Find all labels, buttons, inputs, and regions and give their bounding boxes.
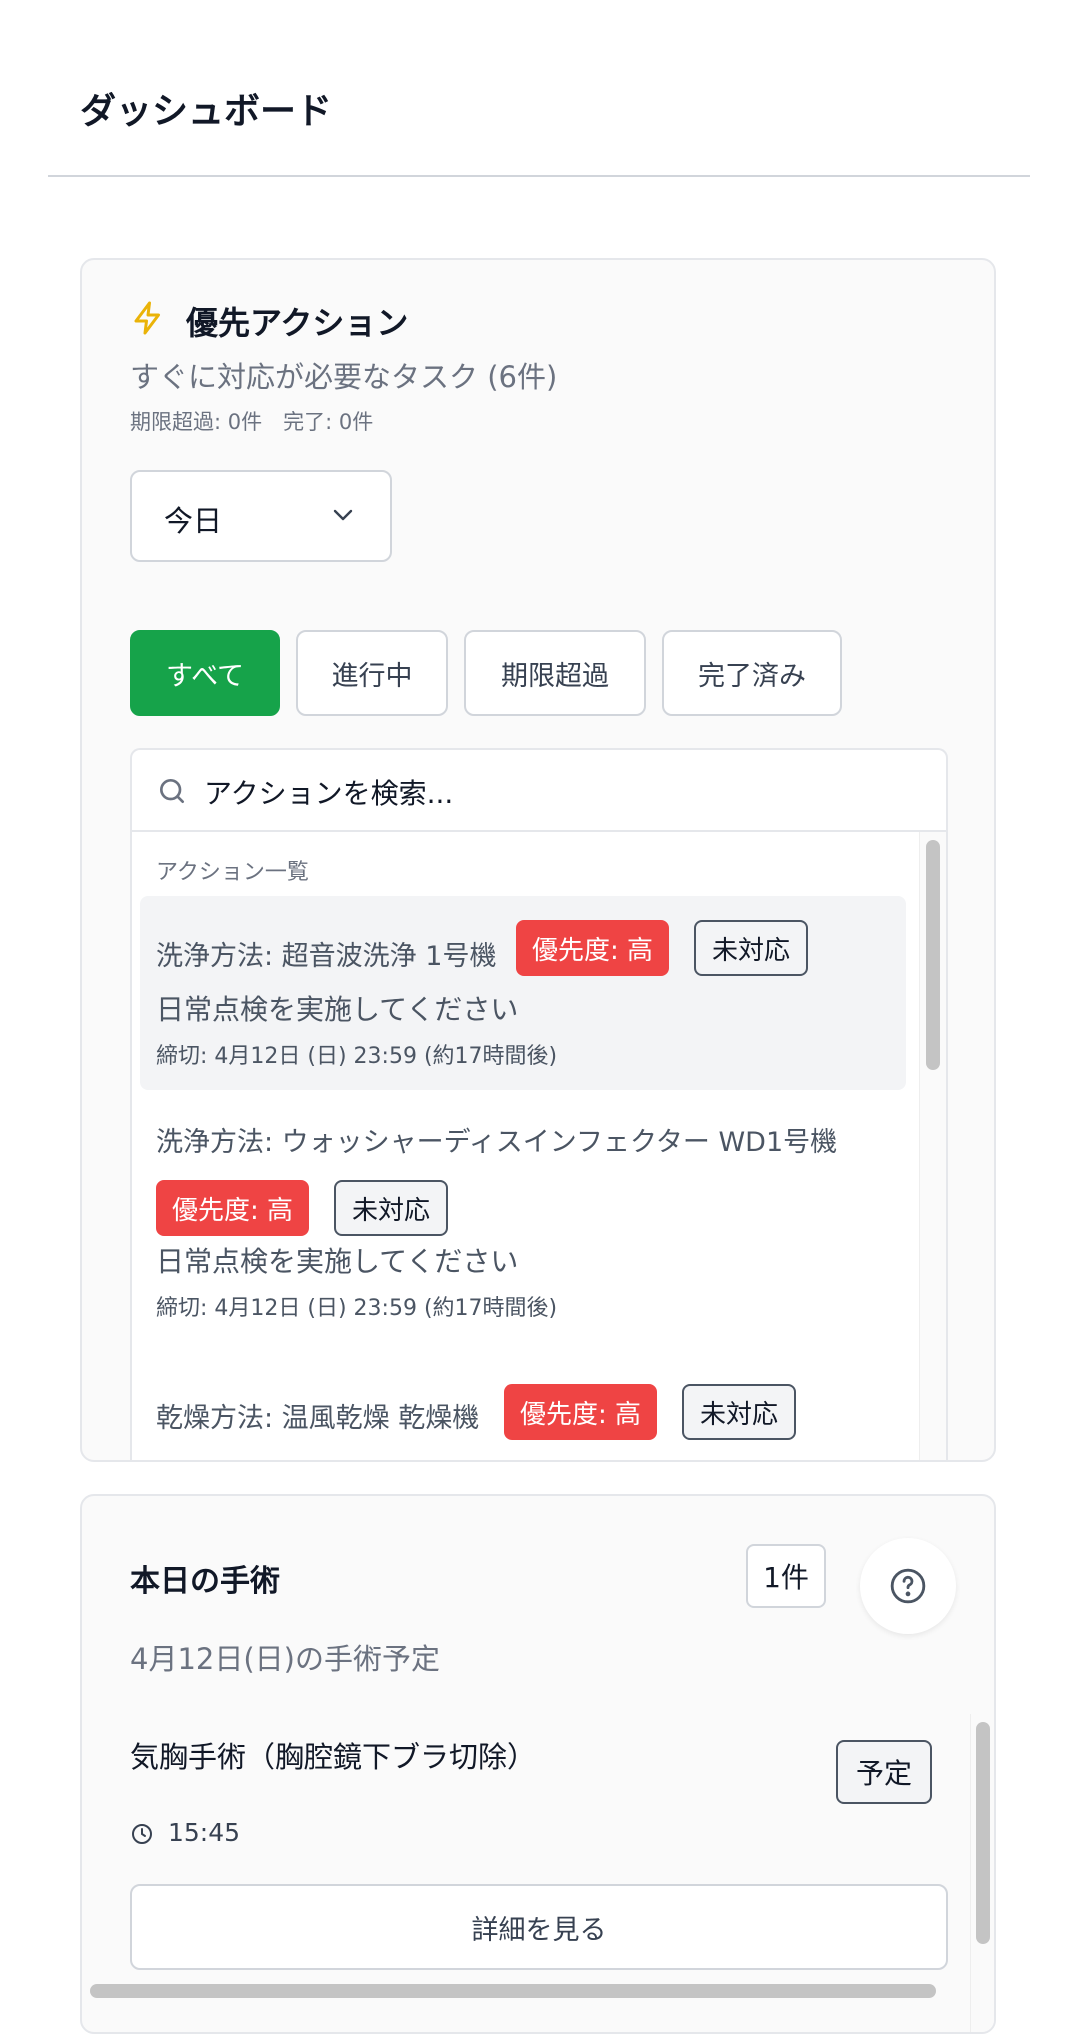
action-title: 乾燥方法: 温風乾燥 乾燥機 [156, 1403, 480, 1434]
action-due: 締切: 4月12日 (日) 23:59 (約17時間後) [156, 1296, 558, 1321]
filter-completed-button[interactable]: 完了済み [662, 630, 842, 716]
priority-badge: 優先度: 高 [516, 920, 670, 976]
action-title: 洗浄方法: 超音波洗浄 1号機 [156, 941, 497, 972]
clock-icon [130, 1822, 154, 1850]
search-icon [160, 779, 184, 803]
surgery-name: 気胸手術（胸腔鏡下ブラ切除） [130, 1740, 537, 1774]
action-description: 日常点検を実施してください [156, 1245, 519, 1278]
help-button[interactable] [860, 1538, 956, 1634]
status-badge: 未対応 [682, 1384, 797, 1440]
search-input[interactable]: アクションを検索... [204, 772, 453, 812]
horizontal-scroll-thumb[interactable] [90, 1984, 936, 1998]
period-select-value: 今日 [164, 504, 223, 538]
page-title: ダッシュボード [80, 91, 333, 132]
action-item[interactable]: 乾燥方法: 温風乾燥 乾燥機 優先度: 高 未対応 [140, 1356, 906, 1460]
action-title: 洗浄方法: ウォッシャーディスインフェクター WD1号機 [156, 1127, 838, 1158]
view-details-button[interactable]: 詳細を見る [130, 1884, 948, 1970]
action-stats: 期限超過: 0件 完了: 0件 [130, 410, 374, 434]
action-list-panel: アクションを検索... アクション一覧 洗浄方法: 超音波洗浄 1号機 優先度:… [130, 748, 948, 1460]
surgery-time: 15:45 [168, 1818, 241, 1847]
card-title: 優先アクション [186, 304, 409, 342]
action-list-scroll-thumb[interactable] [926, 840, 940, 1070]
search-bar[interactable]: アクションを検索... [132, 750, 946, 832]
filter-overdue-button[interactable]: 期限超過 [464, 630, 646, 716]
page-header: ダッシュボード [0, 0, 1078, 178]
filter-all-button[interactable]: すべて [130, 630, 280, 716]
priority-badge: 優先度: 高 [156, 1180, 310, 1236]
surgery-date-subtitle: 4月12日(日)の手術予定 [130, 1642, 440, 1676]
action-item[interactable]: 洗浄方法: 超音波洗浄 1号機 優先度: 高 未対応 日常点検を実施してください… [140, 896, 906, 1090]
action-due: 締切: 4月12日 (日) 23:59 (約17時間後) [156, 1044, 558, 1069]
status-badge: 未対応 [694, 920, 809, 976]
card-title: 本日の手術 [130, 1564, 280, 1599]
priority-badge: 優先度: 高 [504, 1384, 658, 1440]
action-list-label: アクション一覧 [156, 860, 309, 885]
surgery-list-scroll-thumb[interactable] [976, 1722, 990, 1944]
filter-in-progress-button[interactable]: 進行中 [296, 630, 448, 716]
surgery-count-badge: 1件 [746, 1544, 826, 1608]
priority-actions-card: 優先アクション すぐに対応が必要なタスク (6件) 期限超過: 0件 完了: 0… [80, 258, 996, 1462]
action-description: 日常点検を実施してください [156, 993, 519, 1026]
help-icon [890, 1568, 926, 1604]
header-divider [48, 175, 1030, 177]
surgery-status-badge: 予定 [836, 1740, 932, 1804]
period-select[interactable]: 今日 [130, 470, 392, 562]
today-surgery-card: 本日の手術 1件 4月12日(日)の手術予定 気胸手術（胸腔鏡下ブラ切除） 15… [80, 1494, 996, 2034]
card-subtitle: すぐに対応が必要なタスク (6件) [130, 360, 558, 394]
status-badge: 未対応 [334, 1180, 449, 1236]
action-item[interactable]: 洗浄方法: ウォッシャーディスインフェクター WD1号機 優先度: 高 未対応 … [140, 1100, 906, 1350]
chevron-down-icon [333, 509, 353, 521]
lightning-icon [130, 298, 166, 342]
